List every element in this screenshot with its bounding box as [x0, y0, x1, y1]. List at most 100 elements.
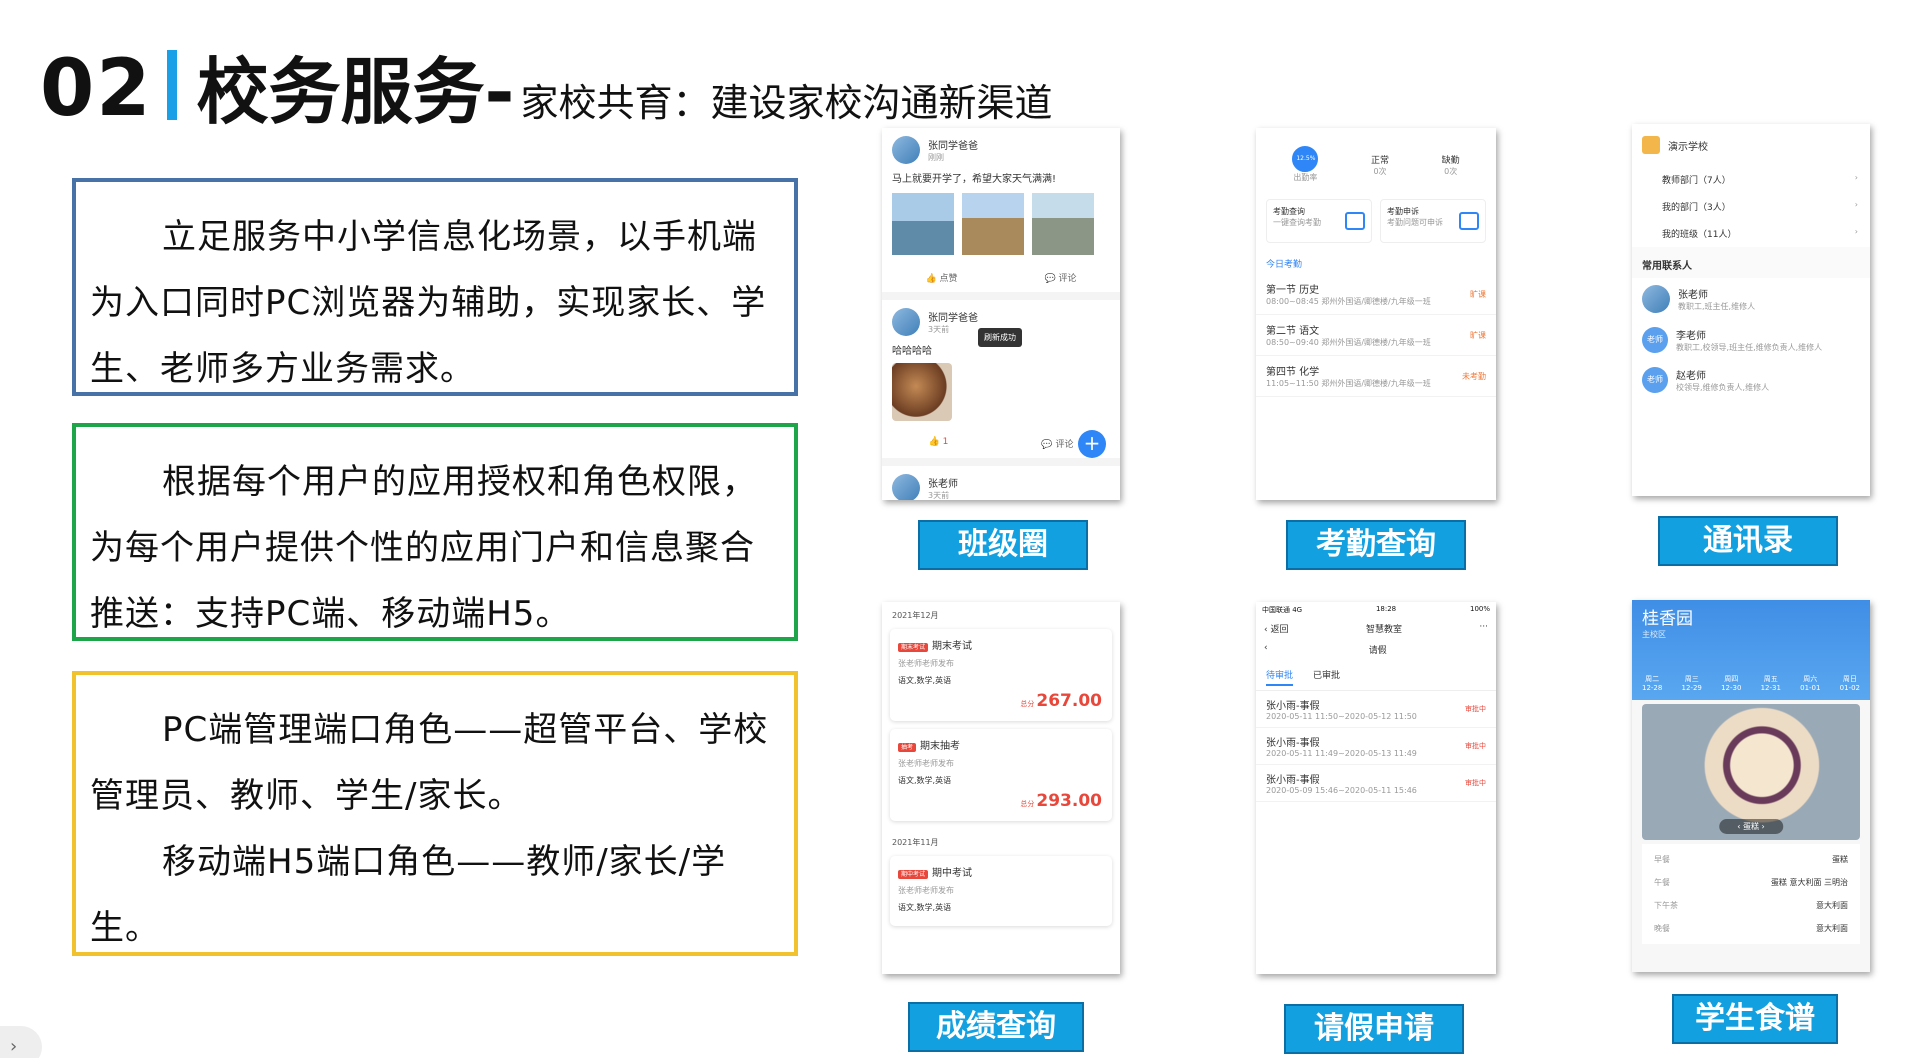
label-grades: 成绩查询 [908, 1002, 1084, 1052]
exam-tag: 抽考 [898, 743, 917, 752]
dish-photo[interactable]: ‹ 蛋糕 › [1642, 704, 1860, 840]
total-label: 总分 [1020, 700, 1035, 708]
contact-group[interactable]: 我的班级（11人） › [1632, 220, 1870, 247]
day-tab[interactable]: 周六 01-01 [1800, 674, 1820, 692]
meal-dishes: 意大利面 [1816, 901, 1848, 910]
back-button[interactable]: ‹ 返回 [1264, 622, 1288, 635]
dish-carousel[interactable]: ‹ 蛋糕 › [1719, 819, 1783, 834]
comment-button[interactable]: 💬 评论 [1044, 271, 1076, 284]
exam-card[interactable]: 抽考 期末抽考 张老师老师发布 语文,数学,英语 总分 293.00 [890, 729, 1112, 821]
like-button[interactable]: 👍 点赞 [925, 271, 957, 284]
contact-role: 校领导,维修负责人,维修人 [1676, 383, 1770, 392]
tab-pending[interactable]: 待审批 [1266, 668, 1294, 686]
rate-ring: 12.5% [1292, 146, 1319, 172]
contact-name: 赵老师 [1676, 371, 1706, 382]
post-item[interactable]: 张同学爸爸 3天前 哈哈哈哈 [882, 300, 1120, 429]
day-tab[interactable]: 周日 01-02 [1840, 674, 1860, 692]
avatar [892, 308, 920, 336]
comment-button[interactable]: 💬 评论 [1041, 437, 1073, 450]
meal-type: 午餐 [1654, 878, 1670, 887]
day-tab[interactable]: 周五 12-31 [1761, 674, 1781, 692]
exam-card[interactable]: 期末考试 期末考试 张老师老师发布 语文,数学,英语 总分 267.00 [890, 629, 1112, 721]
class-circle-screenshot: 张同学爸爸 刚刚 马上就要开学了，希望大家天气满满! 👍 点赞 💬 评论 张同学… [882, 128, 1120, 500]
school-header[interactable]: 演示学校 [1632, 124, 1870, 166]
normal-label: 正常 [1370, 155, 1389, 166]
day-date: 12-30 [1721, 684, 1742, 692]
more-icon[interactable]: ··· [1479, 622, 1488, 635]
day-date: 12-29 [1681, 684, 1702, 692]
attendance-rate: 12.5% 出勤率 [1292, 146, 1319, 183]
exam-title: 期中考试 [932, 868, 973, 879]
meal-type: 下午茶 [1654, 901, 1678, 910]
chevron-left-icon[interactable]: ‹ [1264, 643, 1268, 656]
post-photo[interactable] [962, 193, 1024, 255]
day-tab[interactable]: 周四 12-30 [1721, 674, 1741, 692]
add-post-button[interactable]: + [1078, 430, 1106, 458]
contact-item[interactable]: 老师 李老师 教职工,校领导,班主任,维修负责人,维修人 [1632, 320, 1870, 360]
group-label: 教师部门（7人） [1662, 176, 1731, 186]
score-value: 293.00 [1036, 791, 1102, 811]
intro-text-1: 立足服务中小学信息化场景，以手机端为入口同时PC浏览器为辅助，实现家长、学生、老… [90, 217, 767, 389]
slide-title: 02 校务服务- 家校共育：建设家校沟通新渠道 [40, 38, 1052, 128]
post-time: 3天前 [928, 491, 950, 500]
avatar: 老师 [1642, 367, 1668, 393]
frequent-contacts-heading: 常用联系人 [1632, 247, 1870, 278]
group-label: 我的部门（3人） [1662, 203, 1731, 213]
attendance-row[interactable]: 第四节 化学 11:05~11:50 郑州外国语/卿德楼/九年级一班 未考勤 [1256, 356, 1496, 397]
row-title: 张小雨-事假 [1266, 701, 1320, 712]
post-item[interactable]: 张同学爸爸 刚刚 马上就要开学了，希望大家天气满满! [882, 128, 1120, 263]
contact-name: 李老师 [1676, 331, 1706, 342]
meal-row: 早餐 蛋糕 [1642, 848, 1860, 871]
meal-dishes: 蛋糕 [1832, 855, 1848, 864]
post-photo[interactable] [892, 193, 954, 255]
sub-nav: ‹ 请假 [1256, 639, 1496, 660]
intro-text-3b: 移动端H5端口角色——教师/家长/学生。 [90, 842, 727, 948]
post-photo[interactable] [1032, 193, 1094, 255]
absent-count: 缺勤 0次 [1442, 153, 1460, 177]
nav-bar: ‹ 返回 智慧教室 ··· [1256, 618, 1496, 639]
row-sub: 2020-05-09 15:46~2020-05-11 15:46 [1266, 786, 1417, 795]
attendance-row[interactable]: 第二节 语文 08:50~09:40 郑州外国语/卿德楼/九年级一班 旷课 [1256, 315, 1496, 356]
day-tab[interactable]: 周二 12-28 [1642, 674, 1662, 692]
post-author: 张同学爸爸 [928, 141, 978, 152]
attendance-row[interactable]: 第一节 历史 08:00~08:45 郑州外国语/卿德楼/九年级一班 旷课 [1256, 274, 1496, 315]
intro-box-yellow: PC端管理端口角色——超管平台、学校管理员、教师、学生/家长。 移动端H5端口角… [72, 671, 798, 956]
meal-type: 早餐 [1654, 855, 1670, 864]
post-photo[interactable] [892, 363, 952, 421]
attendance-query-button[interactable]: 考勤查询 一键查询考勤 [1266, 199, 1372, 243]
grades-screenshot: 2021年12月 期末考试 期末考试 张老师老师发布 语文,数学,英语 总分 267… [882, 602, 1120, 974]
slide-nav-button[interactable]: › [0, 1026, 42, 1058]
leave-row[interactable]: 张小雨-事假 2020-05-11 11:50~2020-05-12 11:50 … [1256, 691, 1496, 728]
exam-card[interactable]: 期中考试 期中考试 张老师老师发布 语文,数学,英语 [890, 856, 1112, 926]
label-contacts: 通讯录 [1658, 516, 1838, 566]
tab-approved[interactable]: 已审批 [1313, 668, 1340, 686]
school-logo-icon [1642, 136, 1660, 154]
row-sub: 11:05~11:50 郑州外国语/卿德楼/九年级一班 [1266, 379, 1431, 388]
normal-count: 正常 0次 [1371, 153, 1389, 177]
intro-box-blue: 立足服务中小学信息化场景，以手机端为入口同时PC浏览器为辅助，实现家长、学生、老… [72, 178, 798, 396]
leave-row[interactable]: 张小雨-事假 2020-05-11 11:49~2020-05-13 11:49 … [1256, 728, 1496, 765]
leave-row[interactable]: 张小雨-事假 2020-05-09 15:46~2020-05-11 15:46 … [1256, 765, 1496, 802]
day-selector: 周二 12-28 周三 12-29 周四 12-30 周五 12-31 周六 01-01 … [1642, 674, 1860, 692]
attendance-appeal-button[interactable]: 考勤申诉 考勤问题可申诉 [1380, 199, 1486, 243]
contact-group[interactable]: 教师部门（7人） › [1632, 166, 1870, 193]
row-sub: 08:00~08:45 郑州外国语/卿德楼/九年级一班 [1266, 297, 1431, 306]
contact-group[interactable]: 我的部门（3人） › [1632, 193, 1870, 220]
title-divider [166, 50, 177, 120]
day-tab[interactable]: 周三 12-29 [1682, 674, 1702, 692]
day-name: 周日 [1842, 675, 1857, 683]
like-count: 1 [942, 437, 949, 447]
rate-label: 出勤率 [1293, 173, 1318, 182]
contact-item[interactable]: 张老师 教职工,班主任,维修人 [1632, 278, 1870, 320]
exam-publisher: 张老师老师发布 [898, 759, 954, 768]
avatar [1642, 285, 1670, 313]
contact-item[interactable]: 老师 赵老师 校领导,维修负责人,维修人 [1632, 360, 1870, 400]
clock: 18:28 [1375, 605, 1397, 613]
like-button[interactable]: 👍 1 [929, 437, 949, 450]
exam-subjects: 语文,数学,英语 [898, 903, 952, 912]
row-title: 第四节 化学 [1266, 367, 1320, 378]
row-status: 审批中 [1465, 779, 1486, 787]
row-sub: 2020-05-11 11:50~2020-05-12 11:50 [1266, 712, 1417, 721]
row-status: 未考勤 [1462, 371, 1486, 381]
exam-score: 总分 293.00 [1020, 791, 1102, 811]
